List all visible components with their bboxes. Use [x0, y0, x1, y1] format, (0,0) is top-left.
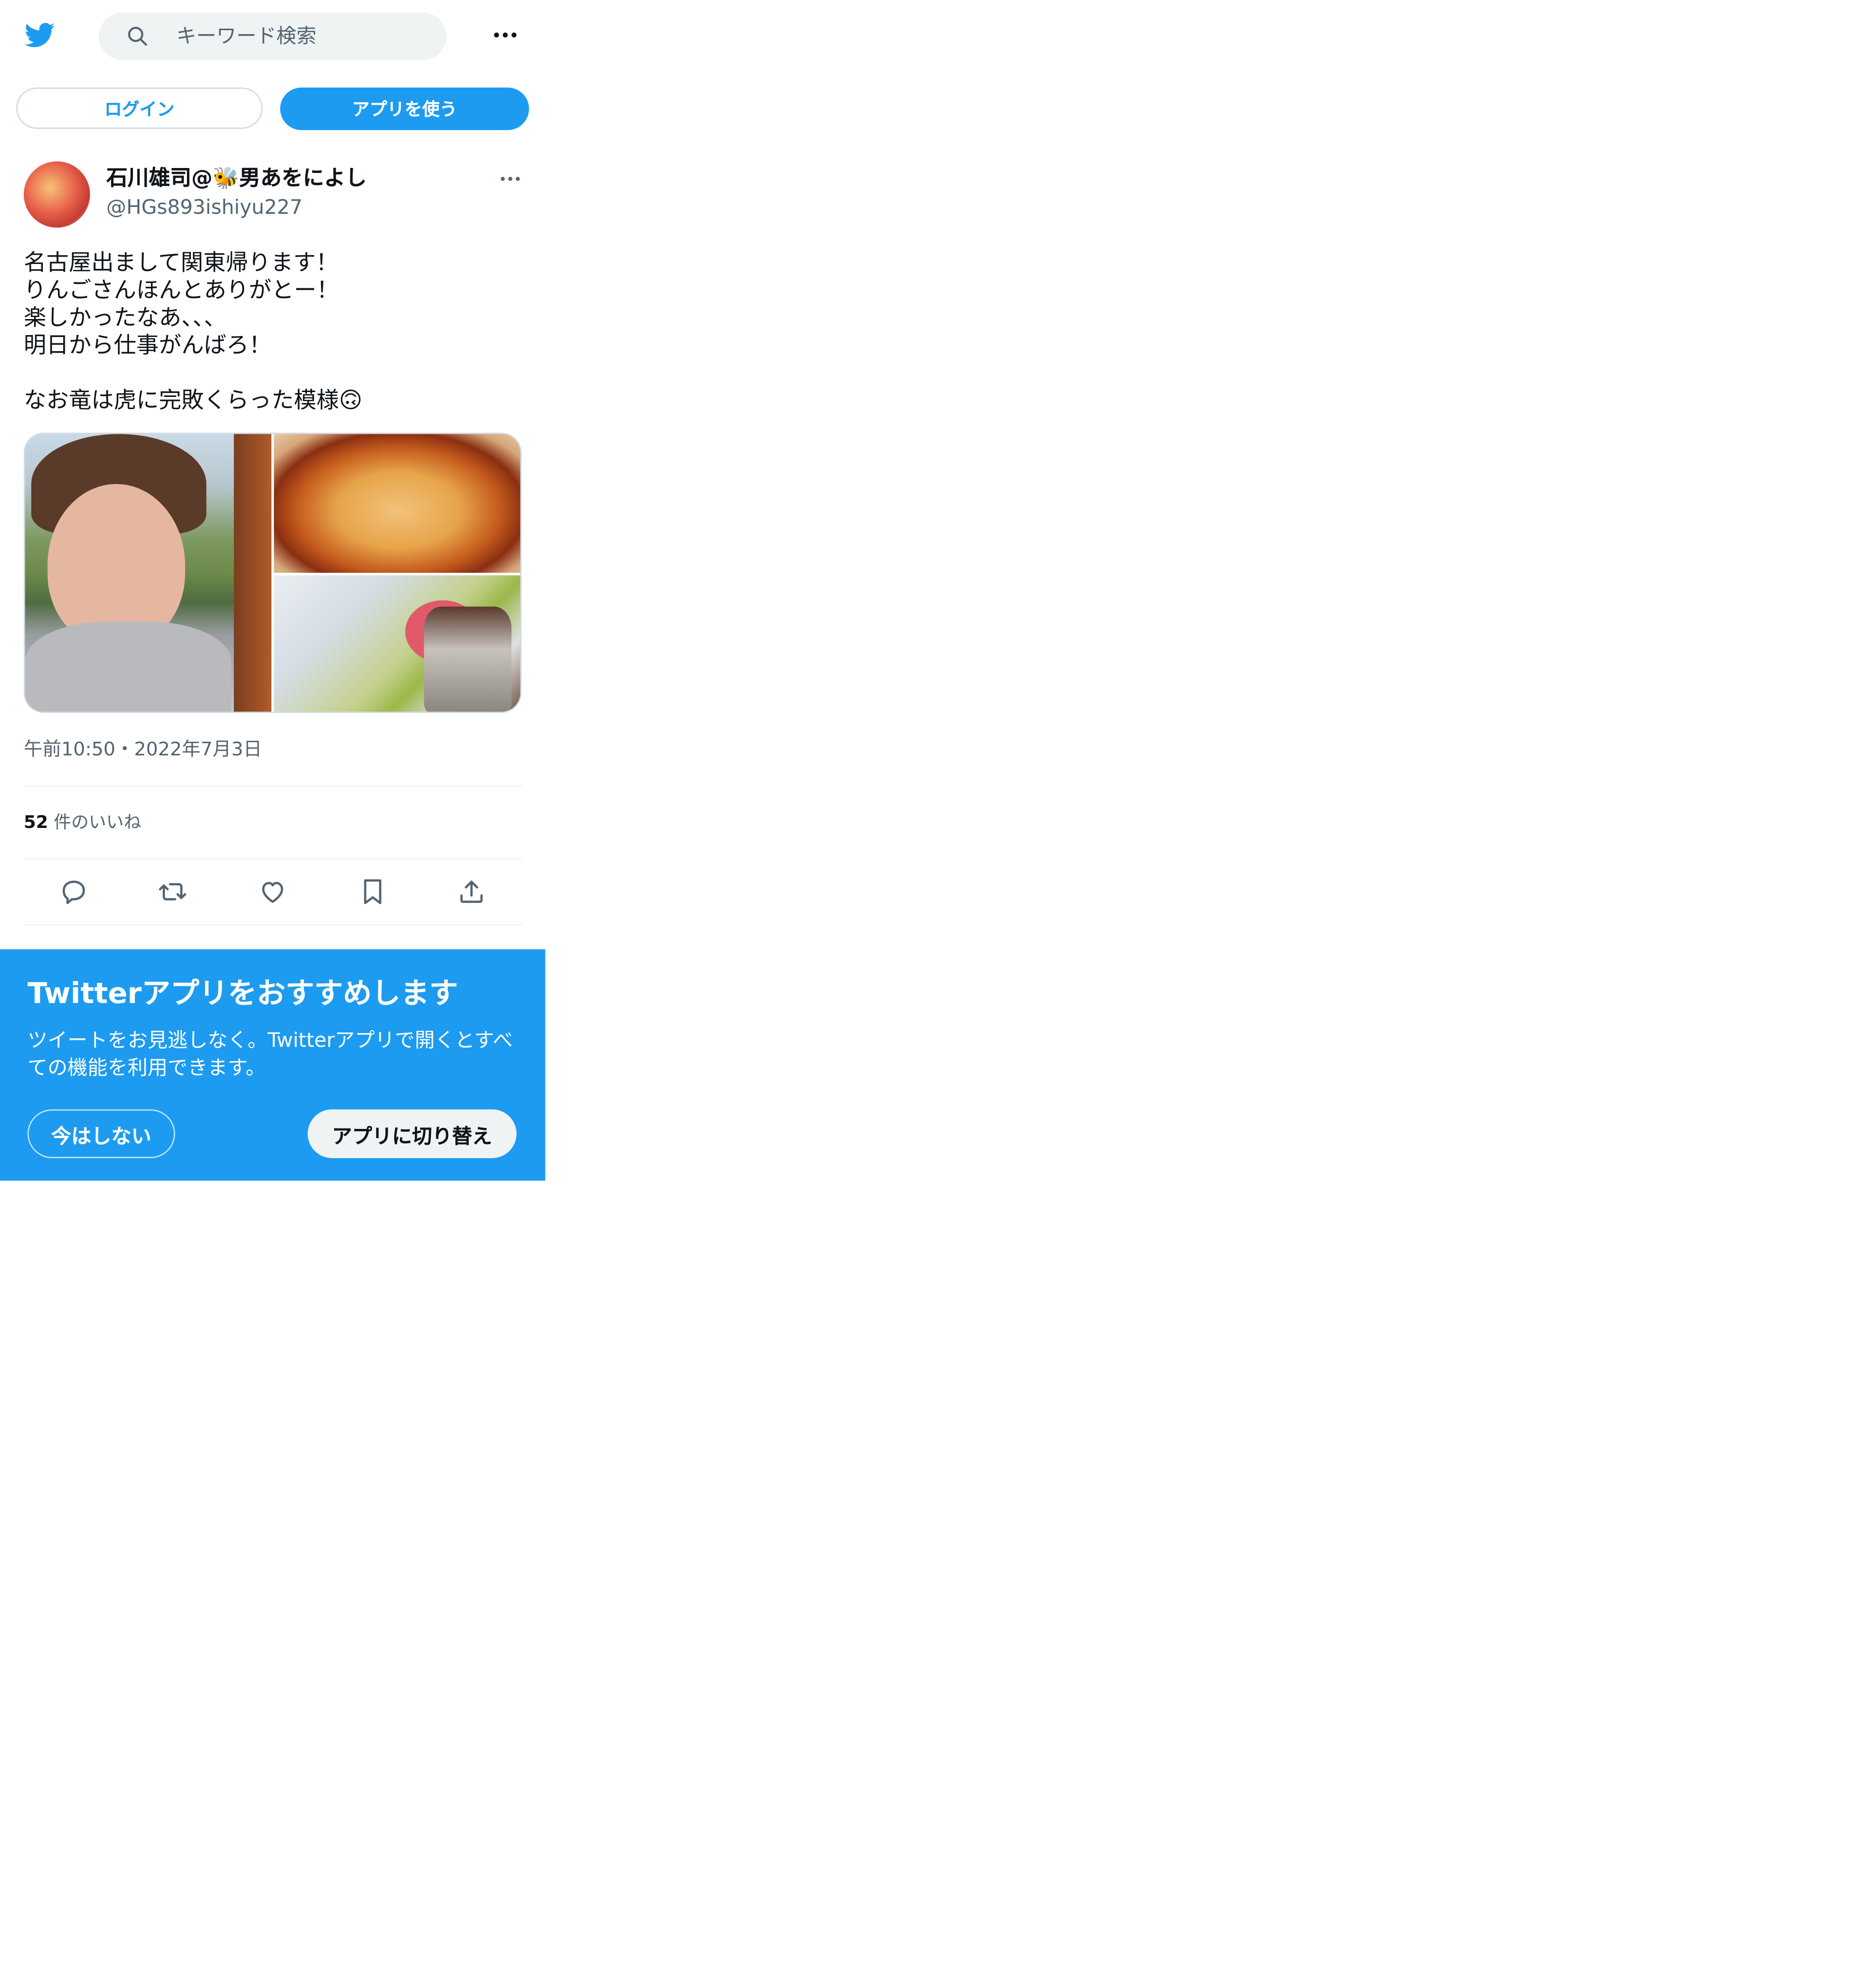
- divider: [23, 785, 523, 787]
- divider: [23, 858, 523, 860]
- login-button[interactable]: ログイン: [16, 87, 263, 129]
- media-photo-selfie[interactable]: [25, 434, 272, 712]
- twitter-bird-icon[interactable]: [22, 20, 57, 50]
- tweet-media-grid: [23, 432, 522, 713]
- use-app-button[interactable]: アプリを使う: [280, 87, 529, 131]
- avatar[interactable]: [23, 161, 90, 228]
- user-handle[interactable]: @HGs893ishiyu227: [106, 195, 302, 220]
- likes-summary[interactable]: 52 件のいいね: [24, 812, 141, 834]
- more-horizontal-icon[interactable]: [490, 22, 521, 47]
- likes-count: 52: [23, 813, 48, 833]
- tweet-more-icon[interactable]: [498, 169, 523, 189]
- promo-title: Twitterアプリをおすすめします: [27, 978, 458, 1011]
- retweet-icon[interactable]: [158, 877, 188, 907]
- user-display-name[interactable]: 石川雄司@🐝男あをによし: [106, 165, 367, 192]
- search-input[interactable]: キーワード検索: [176, 24, 317, 47]
- search-icon: [128, 27, 147, 46]
- media-photo-donuts[interactable]: [274, 575, 521, 712]
- divider: [23, 924, 523, 926]
- bookmark-icon[interactable]: [357, 877, 388, 907]
- not-now-button[interactable]: 今はしない: [27, 1109, 175, 1158]
- likes-label: 件のいいね: [54, 813, 142, 833]
- like-icon[interactable]: [258, 877, 288, 907]
- promo-body: ツイートをお見逃しなく。Twitterアプリで開くとすべての機能を利用できます。: [27, 1028, 513, 1080]
- tweet-timestamp[interactable]: 午前10:50・2022年7月3日: [24, 738, 262, 760]
- media-photo-food-dish[interactable]: [274, 434, 521, 573]
- reply-icon[interactable]: [59, 877, 89, 907]
- search-bar[interactable]: キーワード検索: [98, 12, 447, 60]
- share-icon[interactable]: [456, 877, 487, 907]
- tweet-text: 名古屋出まして関東帰ります！ りんごさんほんとありがとー！ 楽しかったなあ、、、…: [23, 250, 363, 414]
- switch-to-app-button[interactable]: アプリに切り替え: [307, 1109, 517, 1158]
